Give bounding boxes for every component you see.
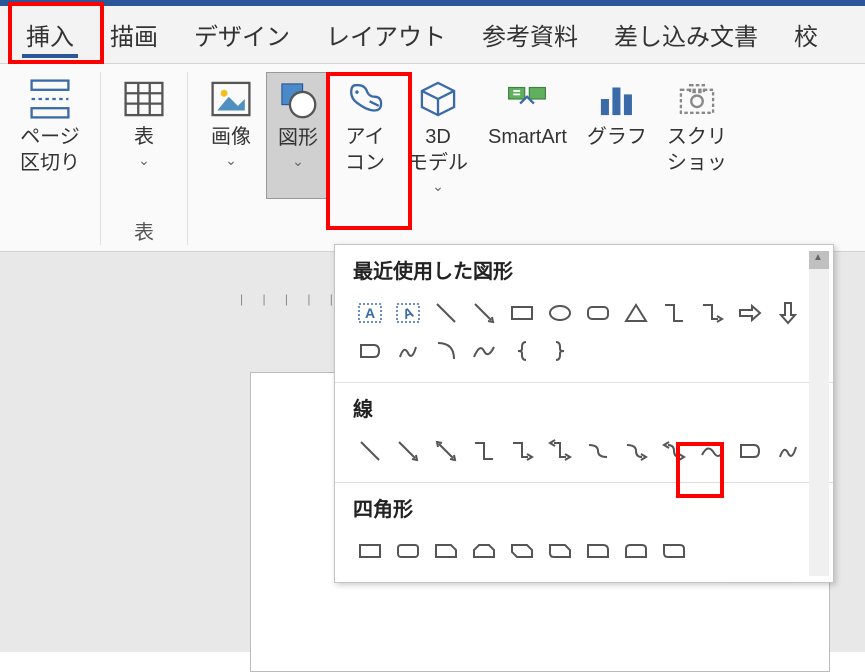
icons-label: アイ コン <box>345 124 385 176</box>
shape-rounded-rect[interactable] <box>391 534 425 568</box>
section-rectangles: 四角形 <box>335 483 833 582</box>
shape-elbow-arrow[interactable] <box>505 434 539 468</box>
page-breaks-button[interactable]: ページ 区切り <box>12 72 88 180</box>
screenshot-button[interactable]: スクリ ショッ <box>659 72 735 199</box>
shape-snip-single[interactable] <box>429 534 463 568</box>
image-icon <box>208 76 254 122</box>
smartart-label: SmartArt <box>488 124 567 150</box>
chevron-down-icon: ⌄ <box>292 153 304 170</box>
shapes-icon <box>275 77 321 123</box>
tab-insert[interactable]: 挿入 <box>8 7 92 62</box>
ribbon-group-pages: ページ 区切り <box>0 72 101 245</box>
shape-curved-connector[interactable] <box>581 434 615 468</box>
shape-curve-recent[interactable] <box>467 334 501 368</box>
chart-button[interactable]: グラフ <box>579 72 655 199</box>
shape-right-brace[interactable] <box>543 334 577 368</box>
shape-round-same-side[interactable] <box>619 534 653 568</box>
tab-review[interactable]: 校 <box>776 7 836 62</box>
shape-flowchart-alt[interactable] <box>353 334 387 368</box>
chevron-down-icon: ⌄ <box>432 178 444 195</box>
3d-model-icon <box>415 76 461 122</box>
section-recent-title: 最近使用した図形 <box>353 255 815 284</box>
icons-icon <box>342 76 388 122</box>
section-rectangles-title: 四角形 <box>353 493 815 522</box>
3d-model-button[interactable]: 3D モデル ⌄ <box>400 72 476 199</box>
shape-textbox-horizontal[interactable]: A <box>353 296 387 330</box>
shape-line-plain[interactable] <box>353 434 387 468</box>
shape-snip-round[interactable] <box>543 534 577 568</box>
shape-elbow-arrow-connector[interactable] <box>695 296 729 330</box>
shape-elbow-double-arrow[interactable] <box>543 434 577 468</box>
shape-oval[interactable] <box>543 296 577 330</box>
shape-curved-double-arrow[interactable] <box>657 434 691 468</box>
table-group-label: 表 <box>134 216 154 245</box>
shape-elbow-connector[interactable] <box>657 296 691 330</box>
shape-round-diagonal[interactable] <box>657 534 691 568</box>
ribbon-tabs: 挿入 描画 デザイン レイアウト 参考資料 差し込み文書 校 <box>0 6 865 64</box>
shapes-button[interactable]: 図形 ⌄ <box>266 72 330 199</box>
icons-button[interactable]: アイ コン <box>334 72 396 199</box>
shape-line-double-arrow[interactable] <box>429 434 463 468</box>
tab-layout[interactable]: レイアウト <box>308 7 464 62</box>
svg-text:A: A <box>365 305 375 321</box>
screenshot-label: スクリ ショッ <box>667 124 727 176</box>
scrollbar-thumb[interactable] <box>809 251 829 269</box>
section-lines-title: 線 <box>353 393 815 422</box>
shape-rounded-rectangle[interactable] <box>581 296 615 330</box>
chevron-down-icon: ⌄ <box>138 152 150 169</box>
shape-rect[interactable] <box>353 534 387 568</box>
shapes-dropdown: 最近使用した図形 A A 線 <box>334 244 834 583</box>
shape-triangle[interactable] <box>619 296 653 330</box>
page-breaks-label: ページ 区切り <box>20 124 80 176</box>
shape-freeform[interactable] <box>733 434 767 468</box>
shape-scribble[interactable] <box>391 334 425 368</box>
shape-right-arrow[interactable] <box>733 296 767 330</box>
shape-rectangle[interactable] <box>505 296 539 330</box>
tab-draw[interactable]: 描画 <box>92 7 176 62</box>
tab-mailings[interactable]: 差し込み文書 <box>596 7 776 62</box>
shape-curved-arrow-connector[interactable] <box>619 434 653 468</box>
3d-model-label: 3D モデル <box>408 124 468 176</box>
chevron-down-icon: ⌄ <box>225 152 237 169</box>
ribbon: ページ 区切り 表 ⌄ 表 画像 ⌄ <box>0 64 865 252</box>
tab-design[interactable]: デザイン <box>176 7 308 62</box>
section-lines: 線 <box>335 383 833 483</box>
table-icon <box>121 76 167 122</box>
shape-line[interactable] <box>429 296 463 330</box>
image-label: 画像 <box>211 124 251 150</box>
dropdown-scrollbar[interactable] <box>809 251 829 576</box>
ribbon-group-illustrations: 画像 ⌄ 図形 ⌄ アイ コン <box>188 72 737 245</box>
shapes-label: 図形 <box>278 125 318 151</box>
shape-textbox-vertical[interactable]: A <box>391 296 425 330</box>
chart-icon <box>594 76 640 122</box>
shape-snip-diagonal[interactable] <box>505 534 539 568</box>
shape-left-brace[interactable] <box>505 334 539 368</box>
screenshot-icon <box>674 76 720 122</box>
page-breaks-icon <box>27 76 73 122</box>
ribbon-group-tables: 表 ⌄ 表 <box>101 72 188 245</box>
shape-scribble-line[interactable] <box>771 434 805 468</box>
shape-round-single[interactable] <box>581 534 615 568</box>
shape-snip-same-side[interactable] <box>467 534 501 568</box>
shape-down-arrow[interactable] <box>771 296 805 330</box>
section-recent: 最近使用した図形 A A <box>335 245 833 383</box>
shape-line-single-arrow[interactable] <box>391 434 425 468</box>
smartart-button[interactable]: SmartArt <box>480 72 575 199</box>
table-button[interactable]: 表 ⌄ <box>113 72 175 173</box>
svg-text:A: A <box>401 304 416 322</box>
image-button[interactable]: 画像 ⌄ <box>200 72 262 199</box>
shape-line-arrow[interactable] <box>467 296 501 330</box>
chart-label: グラフ <box>587 124 647 150</box>
table-label: 表 <box>134 124 154 150</box>
smartart-icon <box>504 76 550 122</box>
tab-references[interactable]: 参考資料 <box>464 7 596 62</box>
ruler: | | | | | <box>240 292 341 306</box>
shape-elbow-line[interactable] <box>467 434 501 468</box>
shape-curve[interactable] <box>695 434 729 468</box>
shape-arc[interactable] <box>429 334 463 368</box>
